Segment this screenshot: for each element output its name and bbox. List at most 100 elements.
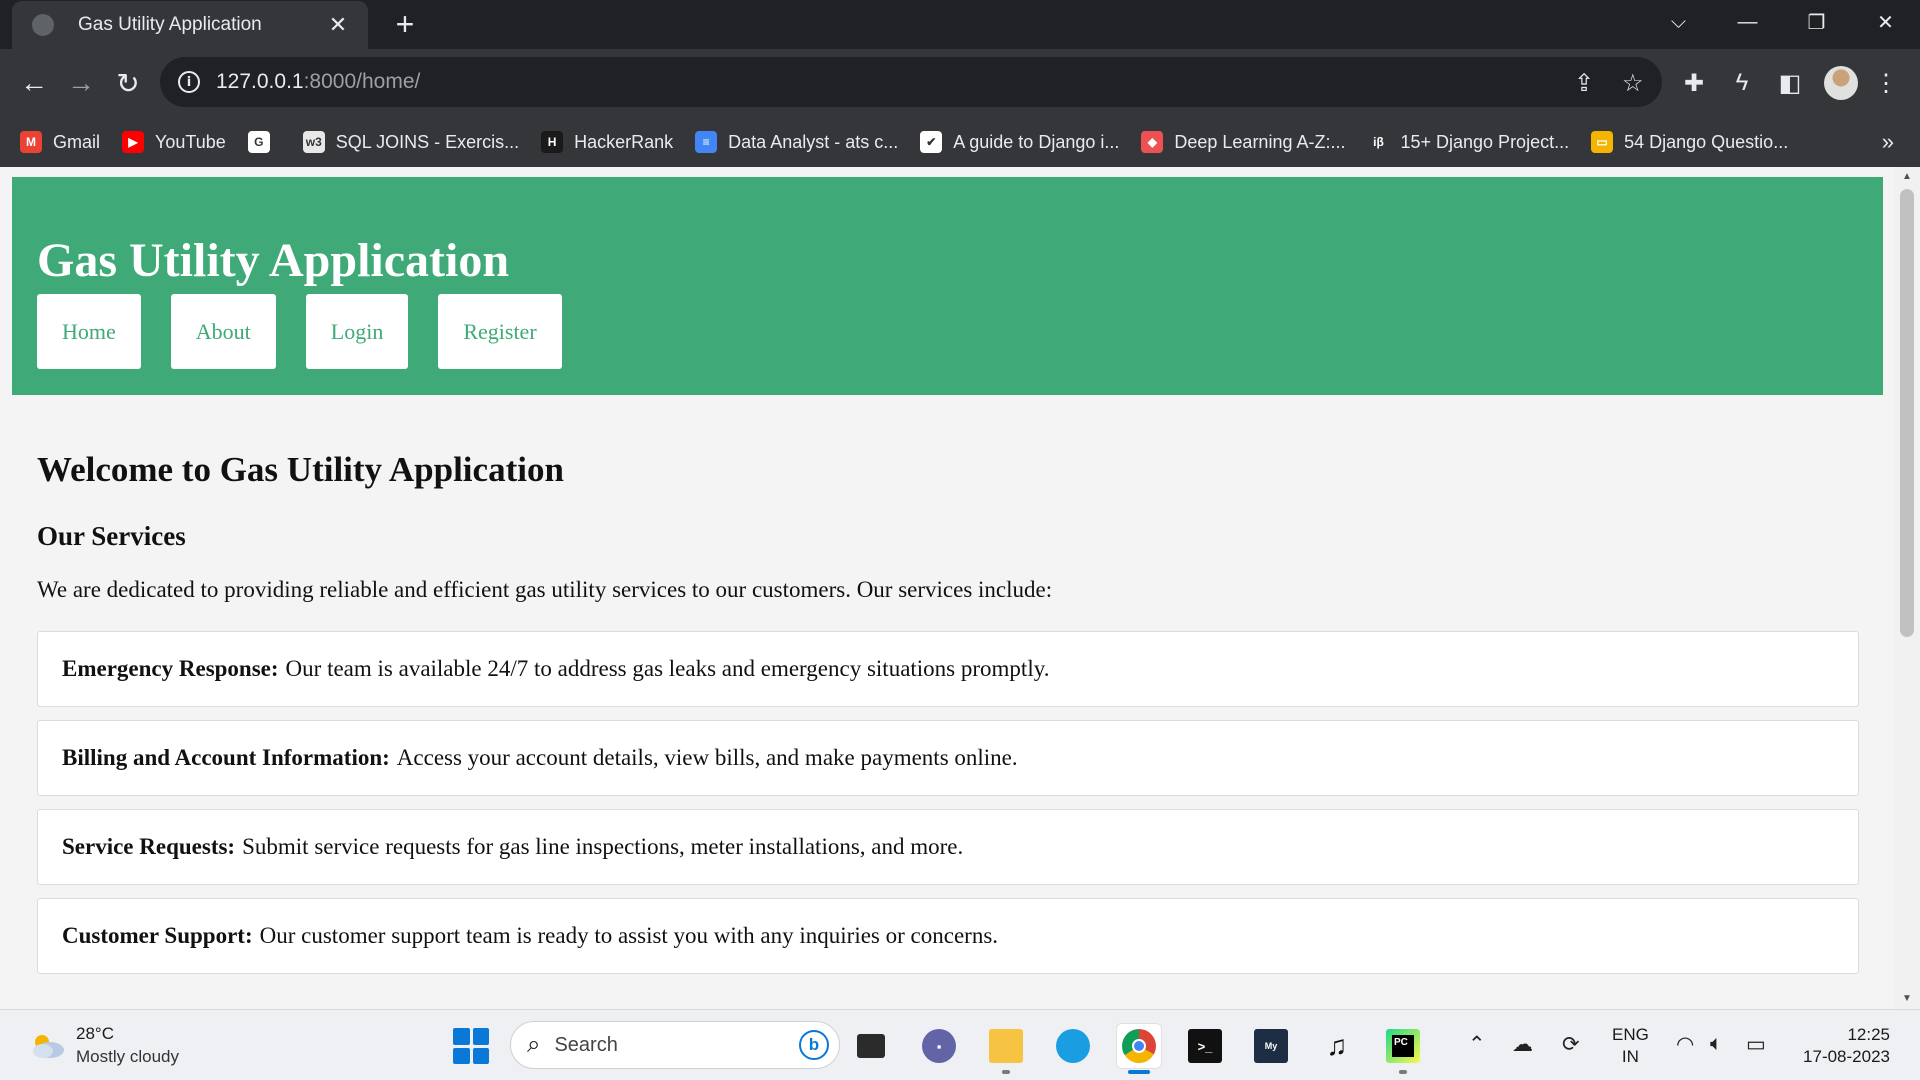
system-clock[interactable]: 12:25 17-08-2023 [1803,1024,1890,1068]
welcome-heading: Welcome to Gas Utility Application [37,450,564,489]
close-window-button[interactable]: ✕ [1851,0,1920,44]
w3schools-icon: w3 [302,131,325,153]
nav-register-button[interactable]: Register [438,294,562,369]
bookmark-item[interactable]: w3 SQL JOINS - Exercis... [302,131,520,153]
tab-title: Gas Utility Application [78,14,262,35]
file-explorer-icon[interactable] [983,1023,1029,1069]
clock-date: 17-08-2023 [1803,1047,1890,1066]
service-title: Billing and Account Information: [62,745,390,770]
close-tab-icon[interactable]: ✕ [326,12,350,38]
service-text: Our team is available 24/7 to address ga… [285,656,1050,681]
weather-description[interactable]: Mostly cloudy [76,1047,179,1067]
bookmarks-bar: M Gmail ▶ YouTube Gw3 SQL JOINS - Exercis... H… [0,117,1920,167]
pycharm-icon[interactable]: PC [1380,1023,1426,1069]
forward-button[interactable]: → [59,61,103,105]
globe-icon [32,14,54,36]
bookmark-site-icon: ✔ [920,131,943,153]
bookmark-item[interactable]: M Gmail [20,131,100,153]
bookmark-label: HackerRank [574,131,674,152]
interviewbit-icon: iβ [1367,131,1390,153]
battery-icon[interactable]: ▭ [1746,1032,1766,1057]
page-scrollbar[interactable]: ▲ ▼ [1894,167,1920,1009]
taskbar-search-placeholder: Search [554,1033,618,1056]
scroll-down-arrow-icon[interactable]: ▼ [1894,989,1920,1009]
bookmark-item[interactable]: G [247,131,281,153]
service-text: Submit service requests for gas line ins… [242,834,964,859]
bookmark-label: Gmail [53,131,101,152]
bookmark-label: 54 Django Questio... [1624,131,1789,152]
taskbar-search-box[interactable]: ⌕ Search b [510,1021,840,1069]
windows-start-icon[interactable] [453,1028,489,1064]
udemy-icon: ◆ [1141,131,1164,153]
menu-icon[interactable]: ⋮ [1864,61,1908,105]
bookmark-item[interactable]: ✔ A guide to Django i... [920,131,1119,153]
back-button[interactable]: ← [12,61,56,105]
service-text: Access your account details, view bills,… [396,745,1018,770]
address-bar[interactable]: i 127.0.0.1:8000/home/ ⇪ ☆ [160,57,1662,107]
music-app-icon[interactable]: ♫ [1314,1023,1360,1069]
bookmark-label: YouTube [155,131,226,152]
nav-login-button[interactable]: Login [305,294,409,369]
service-title: Customer Support: [62,923,253,948]
onedrive-cloud-icon[interactable]: ☁ [1512,1032,1533,1057]
bookmark-item[interactable]: iβ 15+ Django Project... [1367,131,1569,153]
site-nav: Home About Login Register [37,294,592,369]
performance-icon[interactable]: ϟ [1720,61,1764,105]
task-view-icon[interactable] [848,1023,894,1069]
minimize-button[interactable]: — [1713,0,1782,44]
chrome-icon[interactable] [1116,1023,1162,1069]
google-docs-icon: ≡ [695,131,718,153]
restore-button[interactable]: ❐ [1782,0,1851,44]
show-hidden-icons-chevron-icon[interactable]: ⌃ [1468,1032,1486,1057]
bookmark-label: A guide to Django i... [953,131,1120,152]
extensions-icon[interactable]: ✚ [1672,61,1716,105]
side-panel-icon[interactable]: ◧ [1768,61,1812,105]
nav-about-button[interactable]: About [170,294,276,369]
scrollbar-thumb[interactable] [1900,189,1914,637]
service-item: Customer Support: Our customer support te… [37,898,1859,974]
sync-icon[interactable]: ⟳ [1562,1032,1580,1057]
bookmark-label: Data Analyst - ats c... [728,131,899,152]
terminal-icon[interactable]: >_ [1182,1023,1228,1069]
url-host: 127.0.0.1 [216,70,304,93]
service-title: Service Requests: [62,834,236,859]
volume-icon[interactable]: 🔈︎ [1710,1032,1723,1056]
new-tab-button[interactable]: + [386,6,424,44]
language-region: IN [1621,1047,1639,1066]
edge-icon[interactable] [1050,1023,1096,1069]
nav-home-button[interactable]: Home [37,294,141,369]
google-icon: G [247,131,270,153]
service-text: Our customer support team is ready to as… [259,923,999,948]
url-path: :8000/home/ [303,70,421,93]
service-item: Emergency Response: Our team is available… [37,631,1859,707]
bing-icon[interactable]: b [799,1030,829,1060]
app-active-indicator [1128,1070,1150,1074]
wifi-icon[interactable]: ◠ [1676,1032,1694,1057]
mysql-icon[interactable]: My [1248,1023,1294,1069]
bookmark-item[interactable]: ◆ Deep Learning A-Z:... [1141,131,1345,153]
cloudy-weather-icon[interactable] [28,1030,66,1060]
app-running-indicator [1002,1070,1010,1074]
app-running-indicator [1399,1070,1407,1074]
service-item: Service Requests: Submit service requests… [37,809,1859,885]
reload-button[interactable]: ↻ [106,61,150,105]
bookmark-item[interactable]: ▭ 54 Django Questio... [1591,131,1788,153]
tab-search-icon[interactable]: ⌵ [1644,0,1713,44]
bookmark-item[interactable]: H HackerRank [541,131,673,153]
share-icon[interactable]: ⇪ [1574,69,1594,98]
browser-tab-active[interactable]: Gas Utility Application ✕ [12,1,368,49]
bookmark-item[interactable]: ≡ Data Analyst - ats c... [695,131,898,153]
search-icon: ⌕ [527,1031,541,1058]
profile-avatar[interactable] [1824,66,1858,100]
site-info-icon[interactable]: i [178,71,200,93]
bookmark-star-icon[interactable]: ☆ [1622,69,1644,98]
more-bookmarks-chevron-icon[interactable]: » [1882,129,1894,155]
youtube-icon: ▶ [122,131,145,153]
bookmark-label: SQL JOINS - Exercis... [335,131,520,152]
weather-temperature[interactable]: 28°C [76,1024,114,1044]
scroll-up-arrow-icon[interactable]: ▲ [1894,167,1920,187]
language-indicator[interactable]: ENG IN [1612,1024,1649,1068]
bookmark-label: Deep Learning A-Z:... [1174,131,1346,152]
bookmark-item[interactable]: ▶ YouTube [122,131,226,153]
teams-chat-icon[interactable]: ▪ [916,1023,962,1069]
